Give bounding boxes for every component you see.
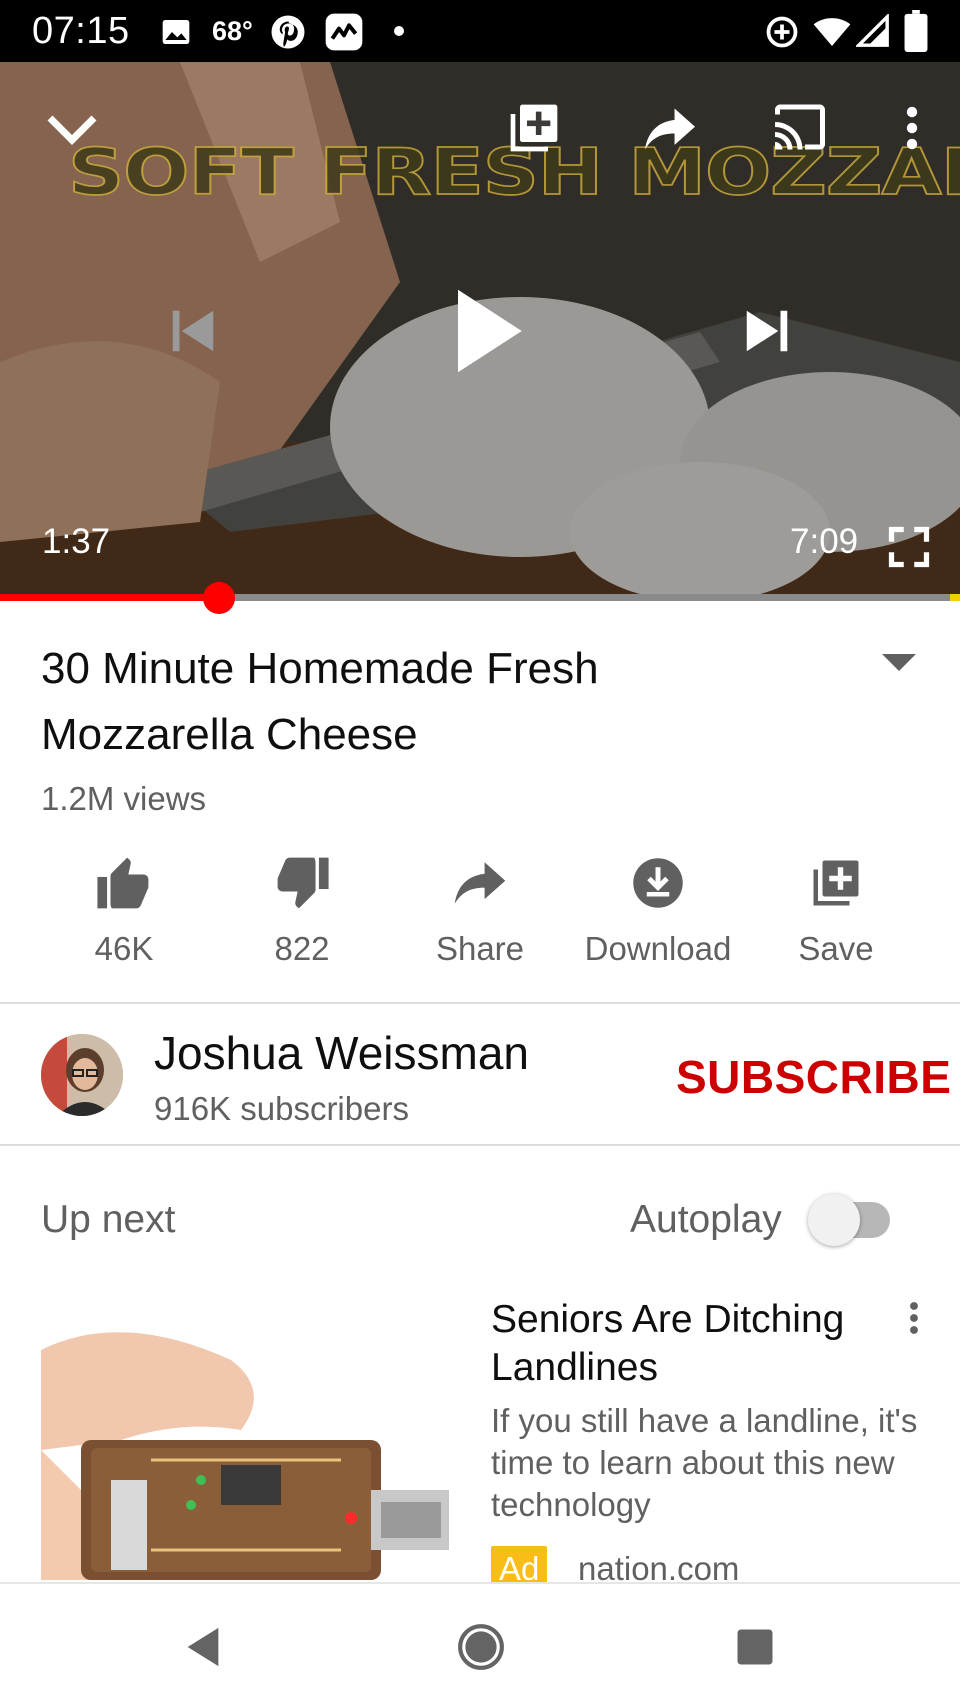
status-bar: 07:15 68°: [0, 0, 960, 62]
download-label: Download: [584, 930, 732, 967]
view-count: 1.2M views: [41, 780, 207, 817]
video-title[interactable]: 30 Minute Homemade Fresh Mozzarella Chee…: [41, 636, 801, 768]
ad-thumbnail[interactable]: [41, 1290, 449, 1580]
thumbs-up-icon: [97, 857, 149, 909]
save-button[interactable]: Save: [748, 850, 924, 980]
wifi-icon: [813, 18, 851, 46]
download-icon: [633, 858, 683, 908]
ad-marker: [950, 594, 960, 601]
subscriber-count: 916K subscribers: [154, 1090, 409, 1127]
share-icon: [454, 862, 506, 904]
stocks-app-icon: [325, 13, 363, 51]
more-options-icon[interactable]: [900, 104, 924, 152]
total-time: 7:09: [790, 522, 859, 561]
battery-icon: [904, 10, 928, 52]
divider: [0, 1144, 960, 1146]
signal-icon: [856, 14, 889, 47]
ad-title[interactable]: Seniors Are Ditching Landlines: [491, 1296, 891, 1392]
share-icon[interactable]: [642, 104, 698, 154]
like-button[interactable]: 46K: [36, 850, 212, 980]
status-time: 07:15: [32, 10, 130, 52]
next-icon[interactable]: [740, 304, 794, 358]
thumbs-down-icon: [277, 857, 329, 909]
autoplay-toggle-knob[interactable]: [808, 1194, 860, 1246]
share-button[interactable]: Share: [392, 850, 568, 980]
more-options-icon[interactable]: [908, 1300, 920, 1336]
recents-icon[interactable]: [734, 1626, 776, 1668]
add-to-playlist-icon[interactable]: [506, 100, 562, 156]
avatar-image: [41, 1034, 123, 1116]
progress-scrubber-handle[interactable]: [203, 582, 235, 614]
progress-played: [0, 594, 219, 601]
up-next-label: Up next: [41, 1198, 176, 1241]
previous-icon[interactable]: [166, 304, 220, 358]
avatar[interactable]: [41, 1034, 123, 1116]
play-icon[interactable]: [450, 286, 526, 376]
dislike-count: 822: [274, 930, 330, 967]
save-icon: [813, 860, 859, 906]
add-circle-icon: [766, 16, 798, 48]
download-button[interactable]: Download: [570, 850, 746, 980]
home-icon[interactable]: [456, 1622, 506, 1672]
image-icon: [162, 20, 190, 44]
usb-hub-image: [41, 1290, 449, 1580]
minimize-icon[interactable]: [44, 106, 100, 150]
channel-name[interactable]: Joshua Weissman: [154, 1026, 529, 1080]
back-icon[interactable]: [180, 1624, 226, 1670]
pinterest-icon: [271, 15, 305, 49]
subscribe-button[interactable]: SUBSCRIBE: [676, 1050, 951, 1104]
current-time: 1:37: [42, 522, 111, 561]
autoplay-label: Autoplay: [630, 1198, 782, 1241]
chevron-down-icon[interactable]: [882, 654, 916, 671]
status-temperature: 68°: [212, 16, 253, 46]
like-count: 46K: [94, 930, 154, 967]
notification-dot: [394, 26, 404, 36]
share-label: Share: [435, 930, 525, 967]
save-label: Save: [798, 930, 874, 967]
divider: [0, 1002, 960, 1004]
fullscreen-icon[interactable]: [888, 526, 930, 568]
video-player[interactable]: SOFT FRESH MOZZARELLA 1:37 7:09: [0, 62, 960, 600]
ad-description: If you still have a landline, it's time …: [491, 1402, 918, 1523]
system-nav-bar: [0, 1582, 960, 1706]
dislike-button[interactable]: 822: [214, 850, 390, 980]
cast-icon[interactable]: [770, 102, 830, 152]
